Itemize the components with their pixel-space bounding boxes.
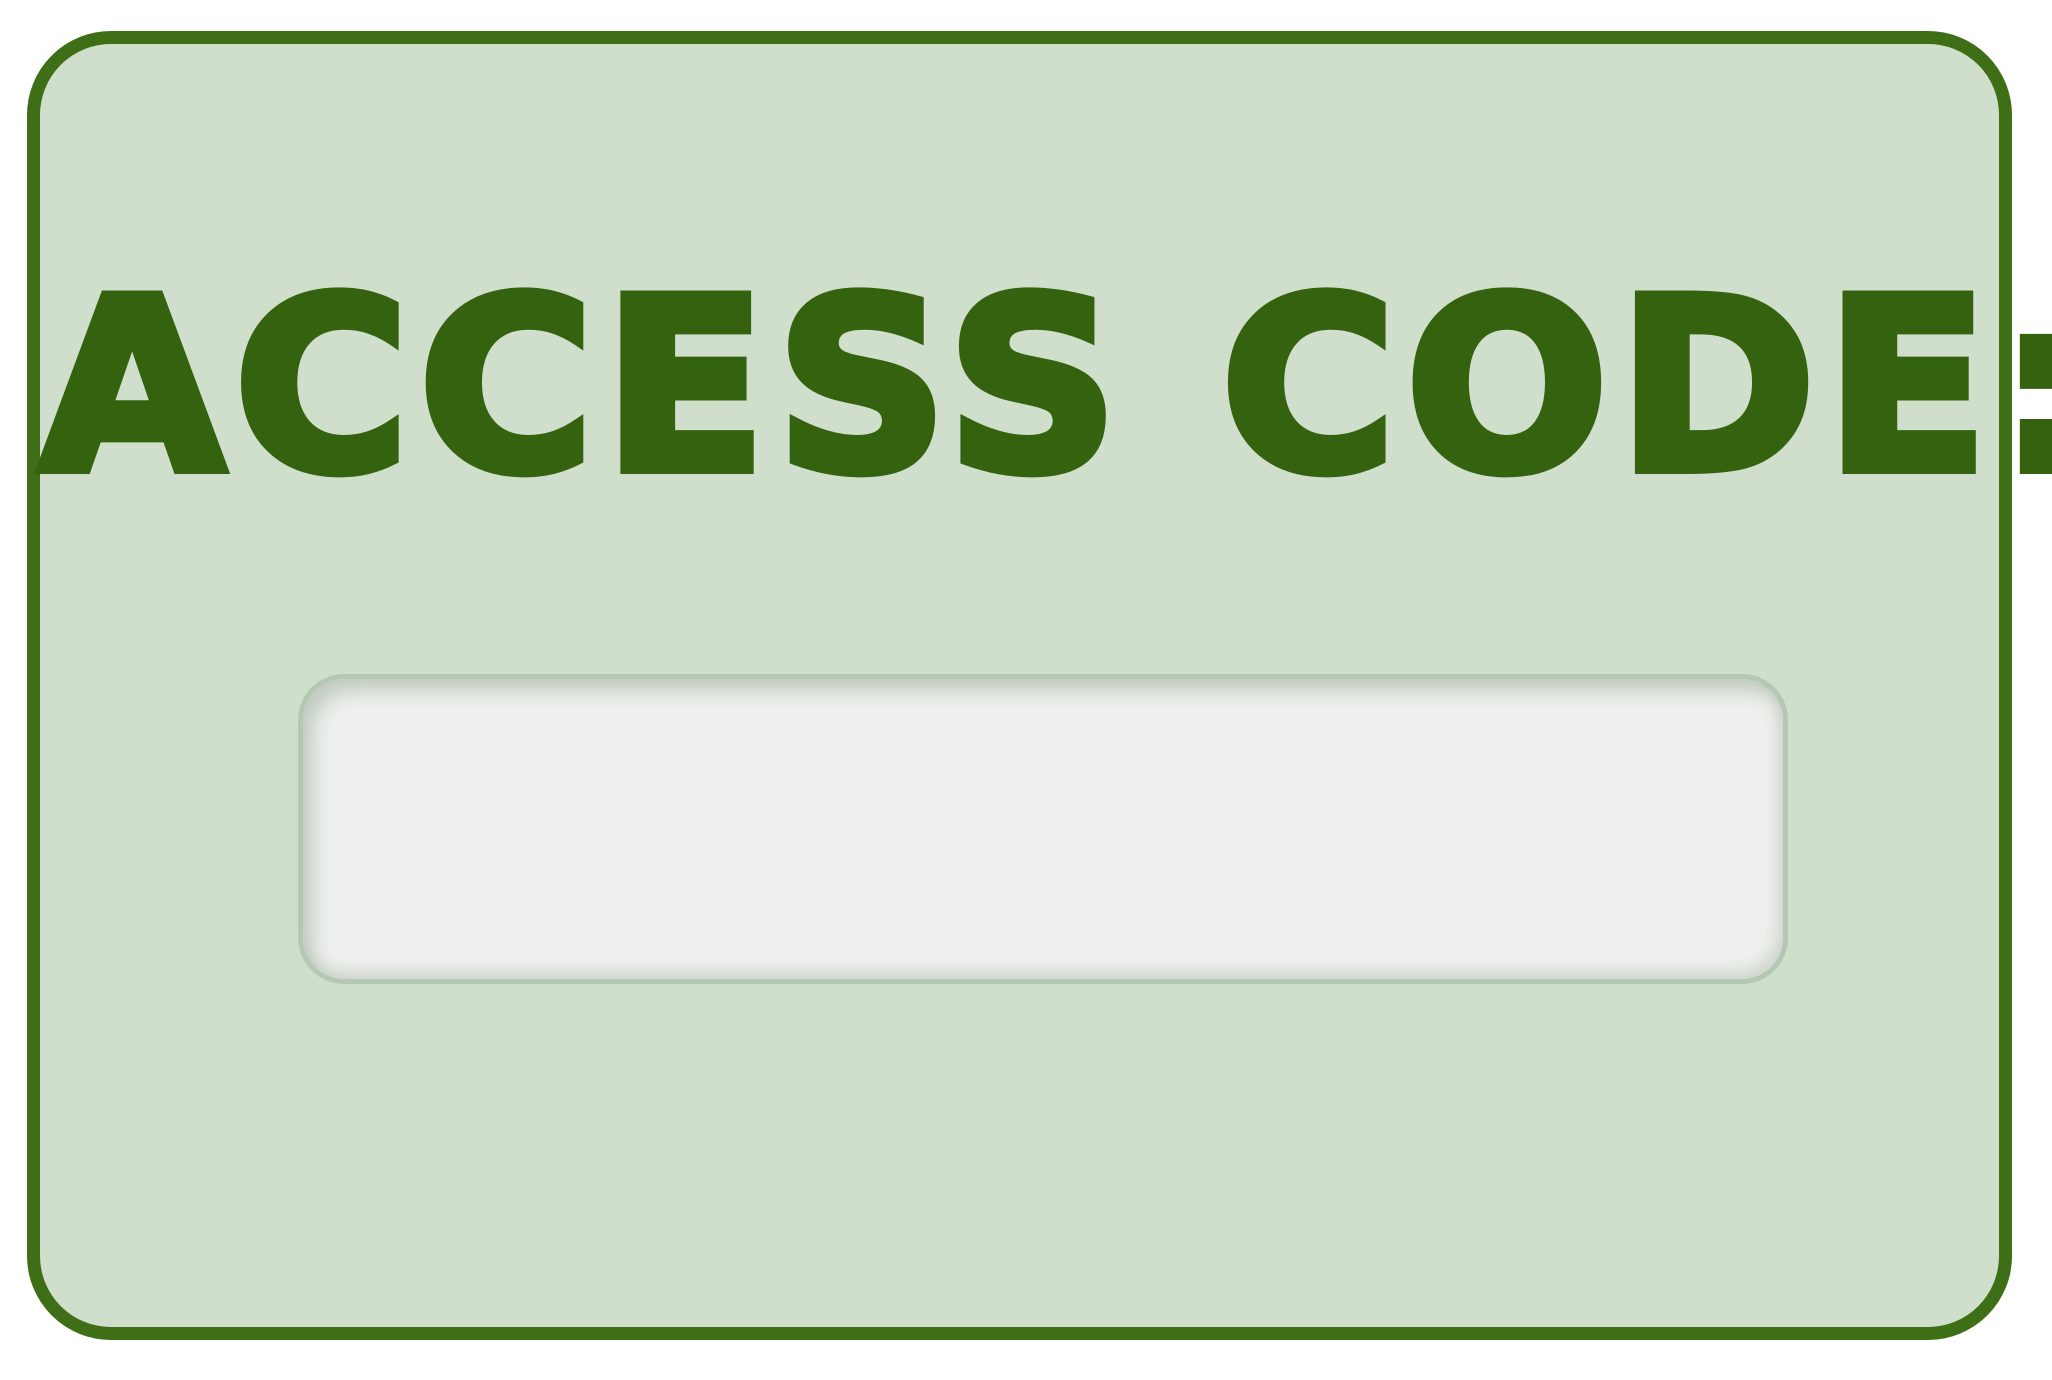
access-code-input[interactable] [298,674,1788,984]
access-code-panel: ACCESS CODE: [27,31,2052,1340]
access-code-label: ACCESS CODE: [35,249,2052,526]
